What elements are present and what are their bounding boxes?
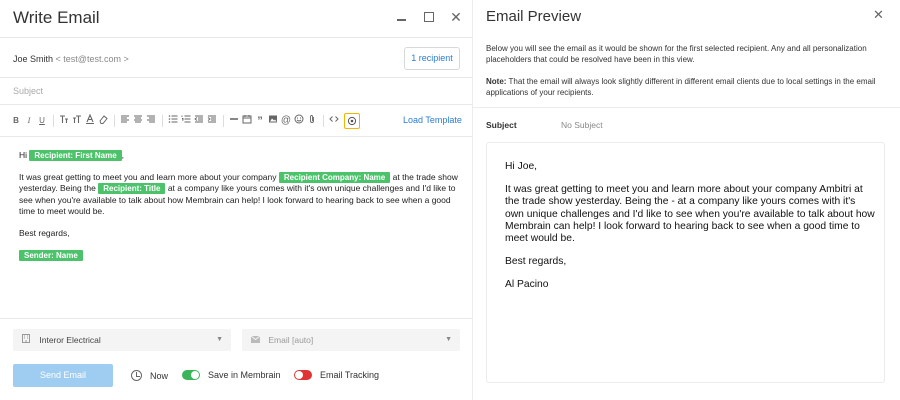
outdent-icon[interactable] xyxy=(193,114,205,128)
body-paragraph: It was great getting to meet you and lea… xyxy=(19,171,459,218)
align-left-icon[interactable] xyxy=(119,114,131,128)
text-size-icon[interactable] xyxy=(71,114,83,128)
divider xyxy=(0,318,472,319)
para-text-1: It was great getting to meet you and lea… xyxy=(19,171,277,182)
save-in-membrain-option: Save in Membrain xyxy=(182,370,281,380)
note-label: Note: xyxy=(486,77,507,86)
preview-signature: Al Pacino xyxy=(505,279,549,291)
maximize-button[interactable] xyxy=(421,9,437,25)
bold-button[interactable]: B xyxy=(10,114,22,128)
calendar-icon[interactable] xyxy=(241,114,253,128)
preview-description: Below you will see the email as it would… xyxy=(486,44,867,64)
load-template-link[interactable]: Load Template xyxy=(403,115,462,125)
from-email: < test@test.com > xyxy=(55,54,129,64)
greeting-end: , xyxy=(121,150,125,160)
divider xyxy=(0,104,472,105)
toolbar-separator xyxy=(114,115,115,127)
company-select-value: Interor Electrical xyxy=(39,335,101,345)
align-center-icon[interactable] xyxy=(132,114,144,128)
compose-title: Write Email xyxy=(13,8,100,27)
indent-icon[interactable] xyxy=(206,114,218,128)
from-line: Joe Smith < test@test.com > xyxy=(13,54,129,64)
preview-title: Email Preview xyxy=(486,8,582,25)
eraser-icon[interactable] xyxy=(97,114,109,128)
italic-button[interactable]: I xyxy=(23,114,35,128)
chevron-down-icon: ▼ xyxy=(216,336,223,343)
align-right-icon[interactable] xyxy=(145,114,157,128)
numbered-list-icon[interactable] xyxy=(180,114,192,128)
save-label: Save in Membrain xyxy=(208,370,281,380)
horizontal-rule-icon[interactable] xyxy=(228,114,240,128)
mention-icon[interactable]: @ xyxy=(280,114,292,128)
company-select[interactable]: Interor Electrical ▼ xyxy=(13,329,231,351)
code-icon[interactable] xyxy=(328,114,340,128)
toolbar-separator xyxy=(323,115,324,127)
divider xyxy=(0,136,472,137)
placeholder-tag-first-name[interactable]: Recipient: First Name xyxy=(29,150,122,161)
placeholder-tag-title[interactable]: Recipient: Title xyxy=(98,183,166,195)
attachment-icon[interactable] xyxy=(306,114,318,128)
email-tracking-toggle[interactable] xyxy=(294,370,312,380)
building-icon xyxy=(21,330,31,352)
minimize-button[interactable] xyxy=(394,9,410,25)
placeholder-tag-company[interactable]: Recipient Company: Name xyxy=(278,171,391,183)
email-preview-panel: Email Preview ✕ Below you will see the e… xyxy=(473,0,900,400)
underline-button[interactable]: U xyxy=(36,114,48,128)
send-now-option[interactable]: Now xyxy=(131,370,168,381)
close-compose-button[interactable]: ✕ xyxy=(448,9,464,25)
subject-input[interactable]: Subject xyxy=(13,86,460,96)
save-in-membrain-toggle[interactable] xyxy=(182,370,200,380)
closing-line: Best regards, xyxy=(19,227,70,238)
preview-subject-label: Subject xyxy=(486,120,517,130)
text-color-icon[interactable] xyxy=(84,113,96,128)
quote-icon[interactable]: ” xyxy=(254,114,266,128)
preview-email-card: Hi Joe, It was great getting to meet you… xyxy=(486,142,885,383)
note-text: That the email will always look slightly… xyxy=(486,77,876,97)
recipients-button[interactable]: 1 recipient xyxy=(404,47,460,70)
signature-line: Sender: Name xyxy=(19,249,459,262)
from-name: Joe Smith xyxy=(13,54,54,64)
preview-email-body: Hi Joe, It was great getting to meet you… xyxy=(505,161,875,292)
divider xyxy=(473,107,900,108)
divider xyxy=(0,37,472,38)
formatting-toolbar: B I U ” @ xyxy=(10,112,360,130)
preview-greeting: Hi Joe, xyxy=(505,161,538,172)
greeting-text: Hi xyxy=(19,150,28,160)
greeting-line: Hi Recipient: First Name, xyxy=(19,150,459,162)
preview-closing: Best regards, xyxy=(505,256,567,268)
email-select-placeholder: Email [auto] xyxy=(268,335,314,345)
eye-icon xyxy=(347,116,357,126)
preview-eye-button[interactable] xyxy=(344,113,360,129)
email-select[interactable]: Email [auto] ▼ xyxy=(242,329,460,351)
now-label: Now xyxy=(150,370,169,381)
preview-subject-value: No Subject xyxy=(561,120,603,130)
font-size-icon[interactable] xyxy=(58,114,70,128)
email-body-editor[interactable]: Hi Recipient: First Name, It was great g… xyxy=(19,150,459,261)
image-icon[interactable] xyxy=(267,114,279,128)
email-tracking-option: Email Tracking xyxy=(294,370,379,380)
clock-icon xyxy=(131,370,142,381)
bullet-list-icon[interactable] xyxy=(167,114,179,128)
preview-paragraph: It was great getting to meet you and lea… xyxy=(505,184,875,245)
chevron-down-icon: ▼ xyxy=(445,336,452,343)
divider xyxy=(0,77,472,78)
preview-note: Note: That the email will always look sl… xyxy=(486,76,891,98)
toolbar-separator xyxy=(162,115,163,127)
toolbar-separator xyxy=(223,115,224,127)
toolbar-separator xyxy=(53,115,54,127)
compose-panel: Write Email ✕ Joe Smith < test@test.com … xyxy=(0,0,472,400)
emoji-icon[interactable] xyxy=(293,114,305,128)
placeholder-tag-sender[interactable]: Sender: Name xyxy=(19,249,83,261)
tracking-label: Email Tracking xyxy=(320,370,380,380)
close-preview-button[interactable]: ✕ xyxy=(873,7,884,23)
envelope-icon xyxy=(250,330,260,352)
send-email-button[interactable]: Send Email xyxy=(13,364,113,387)
